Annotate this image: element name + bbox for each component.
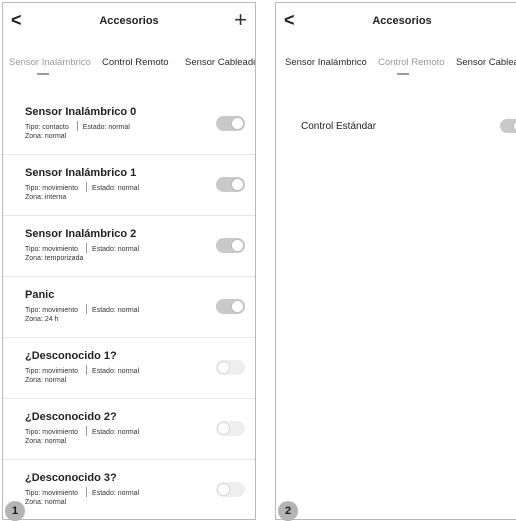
accessory-status: Estado: normal	[92, 368, 140, 375]
enable-toggle[interactable]	[216, 421, 245, 436]
step-badge: 2	[278, 501, 298, 521]
enable-toggle[interactable]	[216, 177, 245, 192]
accessory-zone: Zona: interna	[25, 194, 67, 201]
accessory-name: Sensor Inalámbrico 0	[25, 106, 137, 118]
accessory-status: Estado: normal	[92, 429, 140, 436]
accessory-status: Estado: normal	[92, 307, 140, 314]
list-item[interactable]: Sensor Inalámbrico 0 Tipo: contacto Estad…	[3, 94, 255, 155]
accessory-zone: Zona: 24 h	[25, 316, 59, 323]
list-item[interactable]: Panic Tipo: movimiento Estado: normal Zon…	[3, 277, 255, 338]
accessory-meta: Tipo: movimiento Estado: normal	[25, 243, 139, 253]
accessory-type: Tipo: movimiento	[25, 368, 79, 375]
tab-control-remoto[interactable]: Control Remoto	[102, 57, 169, 68]
tab-sensor-inalambrico[interactable]: Sensor Inalámbrico	[285, 57, 367, 68]
enable-toggle[interactable]	[216, 116, 245, 131]
app-header: < Accesorios +	[3, 3, 255, 43]
enable-toggle[interactable]	[216, 482, 245, 497]
screen-accessories-wireless: < Accesorios + Sensor Inalámbrico Contro…	[2, 2, 256, 520]
enable-toggle[interactable]	[500, 119, 516, 133]
list-item[interactable]: Sensor Inalámbrico 2 Tipo: movimiento Est…	[3, 216, 255, 277]
accessory-list: Sensor Inalámbrico 0 Tipo: contacto Estad…	[3, 94, 255, 519]
app-header: < Accesorios +	[276, 3, 516, 43]
page-title: Accesorios	[99, 15, 159, 27]
step-badge: 1	[5, 501, 25, 521]
accessory-name: Sensor Inalámbrico 1	[25, 167, 137, 179]
accessory-meta: Tipo: movimiento Estado: normal	[25, 426, 139, 436]
accessory-name: Panic	[25, 289, 55, 301]
accessory-name: Sensor Inalámbrico 2	[25, 228, 137, 240]
accessory-status: Estado: normal	[92, 490, 140, 497]
accessory-type: Tipo: movimiento	[25, 490, 79, 497]
remote-name: Control Estándar	[301, 121, 377, 132]
accessory-status: Estado: normal	[92, 185, 140, 192]
accessory-name: ¿Desconocido 1?	[25, 350, 117, 362]
list-item[interactable]: Control Estándar	[276, 113, 516, 139]
list-item[interactable]: ¿Desconocido 3? Tipo: movimiento Estado: …	[3, 460, 255, 519]
accessory-name: ¿Desconocido 3?	[25, 472, 117, 484]
active-tab-indicator	[37, 73, 49, 75]
page-title: Accesorios	[372, 15, 432, 27]
accessory-meta: Tipo: movimiento Estado: normal	[25, 365, 139, 375]
list-item[interactable]: ¿Desconocido 2? Tipo: movimiento Estado: …	[3, 399, 255, 460]
list-item[interactable]: ¿Desconocido 1? Tipo: movimiento Estado: …	[3, 338, 255, 399]
accessory-zone: Zona: temporizada	[25, 255, 84, 262]
accessory-zone: Zona: normal	[25, 499, 67, 506]
accessory-status: Estado: normal	[82, 124, 130, 131]
accessory-type: Tipo: movimiento	[25, 429, 79, 436]
tab-control-remoto[interactable]: Control Remoto	[378, 57, 445, 68]
accessory-status: Estado: normal	[92, 246, 140, 253]
tab-bar: Sensor Inalámbrico Control Remoto Sensor…	[3, 43, 255, 81]
accessory-meta: Tipo: movimiento Estado: normal	[25, 182, 139, 192]
accessory-type: Tipo: movimiento	[25, 307, 79, 314]
accessory-zone: Zona: normal	[25, 377, 67, 384]
tab-bar: Sensor Inalámbrico Control Remoto Sensor…	[276, 43, 516, 81]
accessory-meta: Tipo: contacto Estado: normal	[25, 121, 130, 131]
accessory-type: Tipo: contacto	[25, 124, 69, 131]
tab-sensor-cableado[interactable]: Sensor Cableado	[456, 57, 516, 68]
tab-sensor-cableado[interactable]: Sensor Cableado	[185, 57, 255, 68]
plus-icon[interactable]: +	[234, 9, 247, 31]
accessory-name: ¿Desconocido 2?	[25, 411, 117, 423]
accessory-zone: Zona: normal	[25, 438, 67, 445]
accessory-meta: Tipo: movimiento Estado: normal	[25, 487, 139, 497]
accessory-type: Tipo: movimiento	[25, 246, 79, 253]
enable-toggle[interactable]	[216, 299, 245, 314]
list-item[interactable]: Sensor Inalámbrico 1 Tipo: movimiento Est…	[3, 155, 255, 216]
screen-accessories-remote: < Accesorios + Sensor Inalámbrico Contro…	[275, 2, 516, 520]
accessory-meta: Tipo: movimiento Estado: normal	[25, 304, 139, 314]
enable-toggle[interactable]	[216, 360, 245, 375]
accessory-type: Tipo: movimiento	[25, 185, 79, 192]
enable-toggle[interactable]	[216, 238, 245, 253]
accessory-zone: Zona: normal	[25, 133, 67, 140]
tab-sensor-inalambrico[interactable]: Sensor Inalámbrico	[9, 57, 91, 68]
active-tab-indicator	[397, 73, 409, 75]
